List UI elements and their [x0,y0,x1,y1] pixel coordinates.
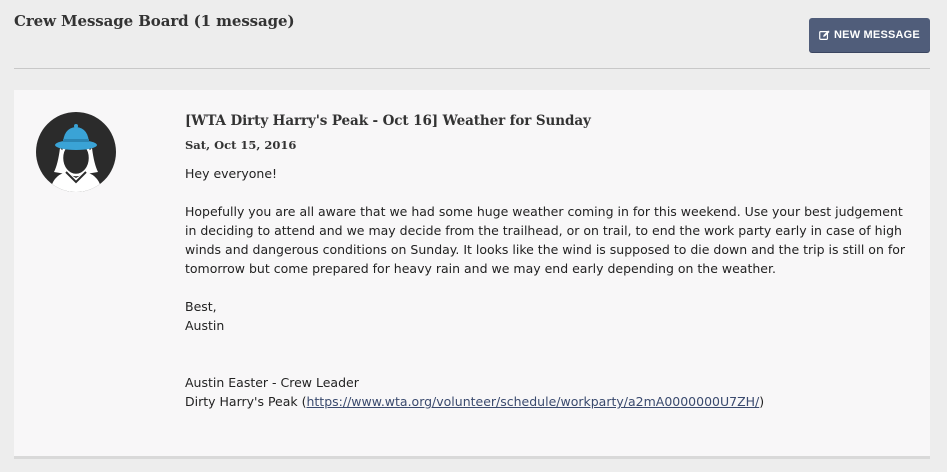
message-board-header: Crew Message Board (1 message) NEW MESSA… [14,0,930,69]
workparty-link[interactable]: https://www.wta.org/volunteer/schedule/w… [306,394,759,409]
message-title: [WTA Dirty Harry's Peak - Oct 16] Weathe… [185,113,591,129]
message-signoff: Best, [185,299,217,314]
message-card: [WTA Dirty Harry's Peak - Oct 16] Weathe… [14,90,930,459]
workparty-line: Dirty Harry's Peak (https://www.wta.org/… [185,392,915,411]
message-content: [WTA Dirty Harry's Peak - Oct 16] Weathe… [185,110,915,411]
message-signature: Austin Easter - Crew Leader [185,375,359,390]
message-paragraph: Hopefully you are all aware that we had … [185,204,906,276]
workparty-prefix: Dirty Harry's Peak ( [185,394,307,409]
workparty-suffix: ) [759,394,765,409]
edit-icon [819,29,830,41]
new-message-button[interactable]: NEW MESSAGE [809,18,930,52]
message-greeting: Hey everyone! [185,166,278,181]
message-body: Hey everyone! Hopefully you are all awar… [185,164,915,411]
author-avatar [36,112,116,192]
new-message-label: NEW MESSAGE [834,29,920,41]
hiker-avatar-icon [50,124,102,192]
board-title: Crew Message Board (1 message) [14,12,295,30]
message-date: Sat, Oct 15, 2016 [185,138,297,152]
message-signoff-name: Austin [185,318,225,333]
